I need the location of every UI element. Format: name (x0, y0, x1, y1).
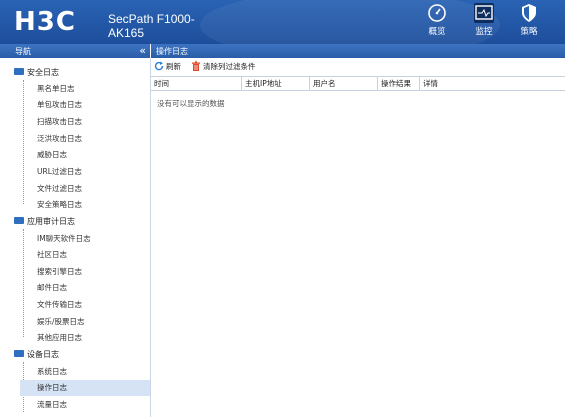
sidebar-item-label: 单包攻击日志 (37, 100, 82, 109)
shield-icon (519, 3, 539, 23)
sidebar-item-label: 流量日志 (37, 400, 67, 409)
folder-open-icon (14, 217, 24, 224)
sidebar-item-label: 威胁日志 (37, 150, 67, 159)
nav-title-text: 导航 (15, 47, 31, 56)
monitor-icon (474, 3, 494, 23)
nav-group-label: 设备日志 (27, 350, 59, 359)
refresh-icon (154, 61, 164, 71)
device-name-line2: AK165 (108, 26, 145, 40)
sidebar-item-system-log[interactable]: 系统日志 (20, 364, 150, 380)
refresh-button[interactable]: 刷新 (154, 61, 181, 73)
topnav-monitor[interactable]: 监控 (466, 3, 502, 37)
sidebar-item-label: 黑名单日志 (37, 84, 75, 93)
sidebar-item-label: IM聊天软件日志 (37, 234, 91, 243)
sidebar-item-community-log[interactable]: 社区日志 (20, 247, 150, 263)
toolbar: 刷新 清除列过滤条件 (151, 58, 565, 76)
sidebar-item-label: 文件传输日志 (37, 300, 82, 309)
refresh-label: 刷新 (166, 62, 181, 71)
sidebar-item-blacklist-log[interactable]: 黑名单日志 (20, 81, 150, 97)
sidebar-item-operation-log[interactable]: 操作日志 (20, 380, 150, 396)
sidebar-item-single-packet-attack-log[interactable]: 单包攻击日志 (20, 97, 150, 113)
sidebar-item-flood-attack-log[interactable]: 泛洪攻击日志 (20, 131, 150, 147)
topnav-policy-label: 策略 (520, 27, 538, 37)
column-header-details[interactable]: 详情 (419, 77, 565, 90)
sidebar-item-label: 泛洪攻击日志 (37, 134, 82, 143)
sidebar-item-other-app-log[interactable]: 其他应用日志 (20, 330, 150, 346)
top-header: H3C SecPath F1000- AK165 概览 监控 策略 (0, 0, 565, 44)
sidebar-item-search-engine-log[interactable]: 搜索引擎日志 (20, 264, 150, 280)
sidebar-item-label: 邮件日志 (37, 283, 67, 292)
sidebar-item-label: 搜索引擎日志 (37, 267, 82, 276)
page-title: 操作日志 (156, 47, 188, 56)
sidebar-item-label: 扫描攻击日志 (37, 117, 82, 126)
sidebar-item-im-chat-log[interactable]: IM聊天软件日志 (20, 231, 150, 247)
sidebar-item-label: 娱乐/股票日志 (37, 317, 85, 326)
sidebar-item-traffic-log[interactable]: 流量日志 (20, 397, 150, 413)
nav-group-device-log[interactable]: 设备日志 (14, 348, 59, 362)
sidebar-item-label: 文件过滤日志 (37, 184, 82, 193)
column-header-time[interactable]: 时间 (151, 77, 240, 90)
sidebar-item-scan-attack-log[interactable]: 扫描攻击日志 (20, 114, 150, 130)
topnav-policy[interactable]: 策略 (511, 3, 547, 37)
nav-group-security-log[interactable]: 安全日志 (14, 66, 59, 80)
column-header-host-ip[interactable]: 主机IP地址 (241, 77, 309, 90)
sidebar-item-label: 安全策略日志 (37, 200, 82, 209)
sidebar-item-label: 操作日志 (37, 383, 67, 392)
page-title-bar: 操作日志 (151, 44, 565, 58)
sidebar-item-url-filter-log[interactable]: URL过滤日志 (20, 164, 150, 180)
sidebar-item-label: 系统日志 (37, 367, 67, 376)
clear-filter-label: 清除列过滤条件 (203, 62, 256, 71)
sidebar-item-mail-log[interactable]: 邮件日志 (20, 280, 150, 296)
folder-open-icon (14, 350, 24, 357)
nav-group-app-audit-log[interactable]: 应用审计日志 (14, 215, 75, 229)
sidebar: 安全日志 黑名单日志 单包攻击日志 扫描攻击日志 泛洪攻击日志 威胁日志 URL… (0, 58, 151, 417)
nav-group-label: 安全日志 (27, 68, 59, 77)
clear-filter-button[interactable]: 清除列过滤条件 (191, 61, 256, 73)
folder-open-icon (14, 68, 24, 75)
dashboard-icon (427, 3, 447, 23)
nav-panel-title: 导航 « (0, 44, 150, 58)
h3c-logo: H3C (14, 7, 76, 37)
nav-group-label: 应用审计日志 (27, 217, 75, 226)
topnav-monitor-label: 监控 (475, 27, 493, 37)
sidebar-item-label: 社区日志 (37, 250, 67, 259)
sidebar-item-security-policy-log[interactable]: 安全策略日志 (20, 197, 150, 213)
sidebar-item-entertainment-stock-log[interactable]: 娱乐/股票日志 (20, 314, 150, 330)
device-name: SecPath F1000- AK165 (108, 12, 195, 40)
device-name-line1: SecPath F1000- (108, 12, 195, 26)
table-header: 时间 主机IP地址 用户名 操作结果 详情 (151, 76, 565, 91)
sidebar-item-file-transfer-log[interactable]: 文件传输日志 (20, 297, 150, 313)
topnav-overview[interactable]: 概览 (419, 3, 455, 37)
sidebar-item-file-filter-log[interactable]: 文件过滤日志 (20, 181, 150, 197)
trash-icon (191, 61, 201, 71)
empty-table-message: 没有可以显示的数据 (157, 99, 225, 108)
header-decoration (200, 0, 500, 44)
sidebar-item-label: 其他应用日志 (37, 333, 82, 342)
column-header-result[interactable]: 操作结果 (377, 77, 419, 90)
sidebar-item-threat-log[interactable]: 威胁日志 (20, 147, 150, 163)
sidebar-item-label: URL过滤日志 (37, 167, 82, 176)
column-header-username[interactable]: 用户名 (309, 77, 377, 90)
topnav-overview-label: 概览 (428, 27, 446, 37)
collapse-icon[interactable]: « (139, 44, 146, 57)
